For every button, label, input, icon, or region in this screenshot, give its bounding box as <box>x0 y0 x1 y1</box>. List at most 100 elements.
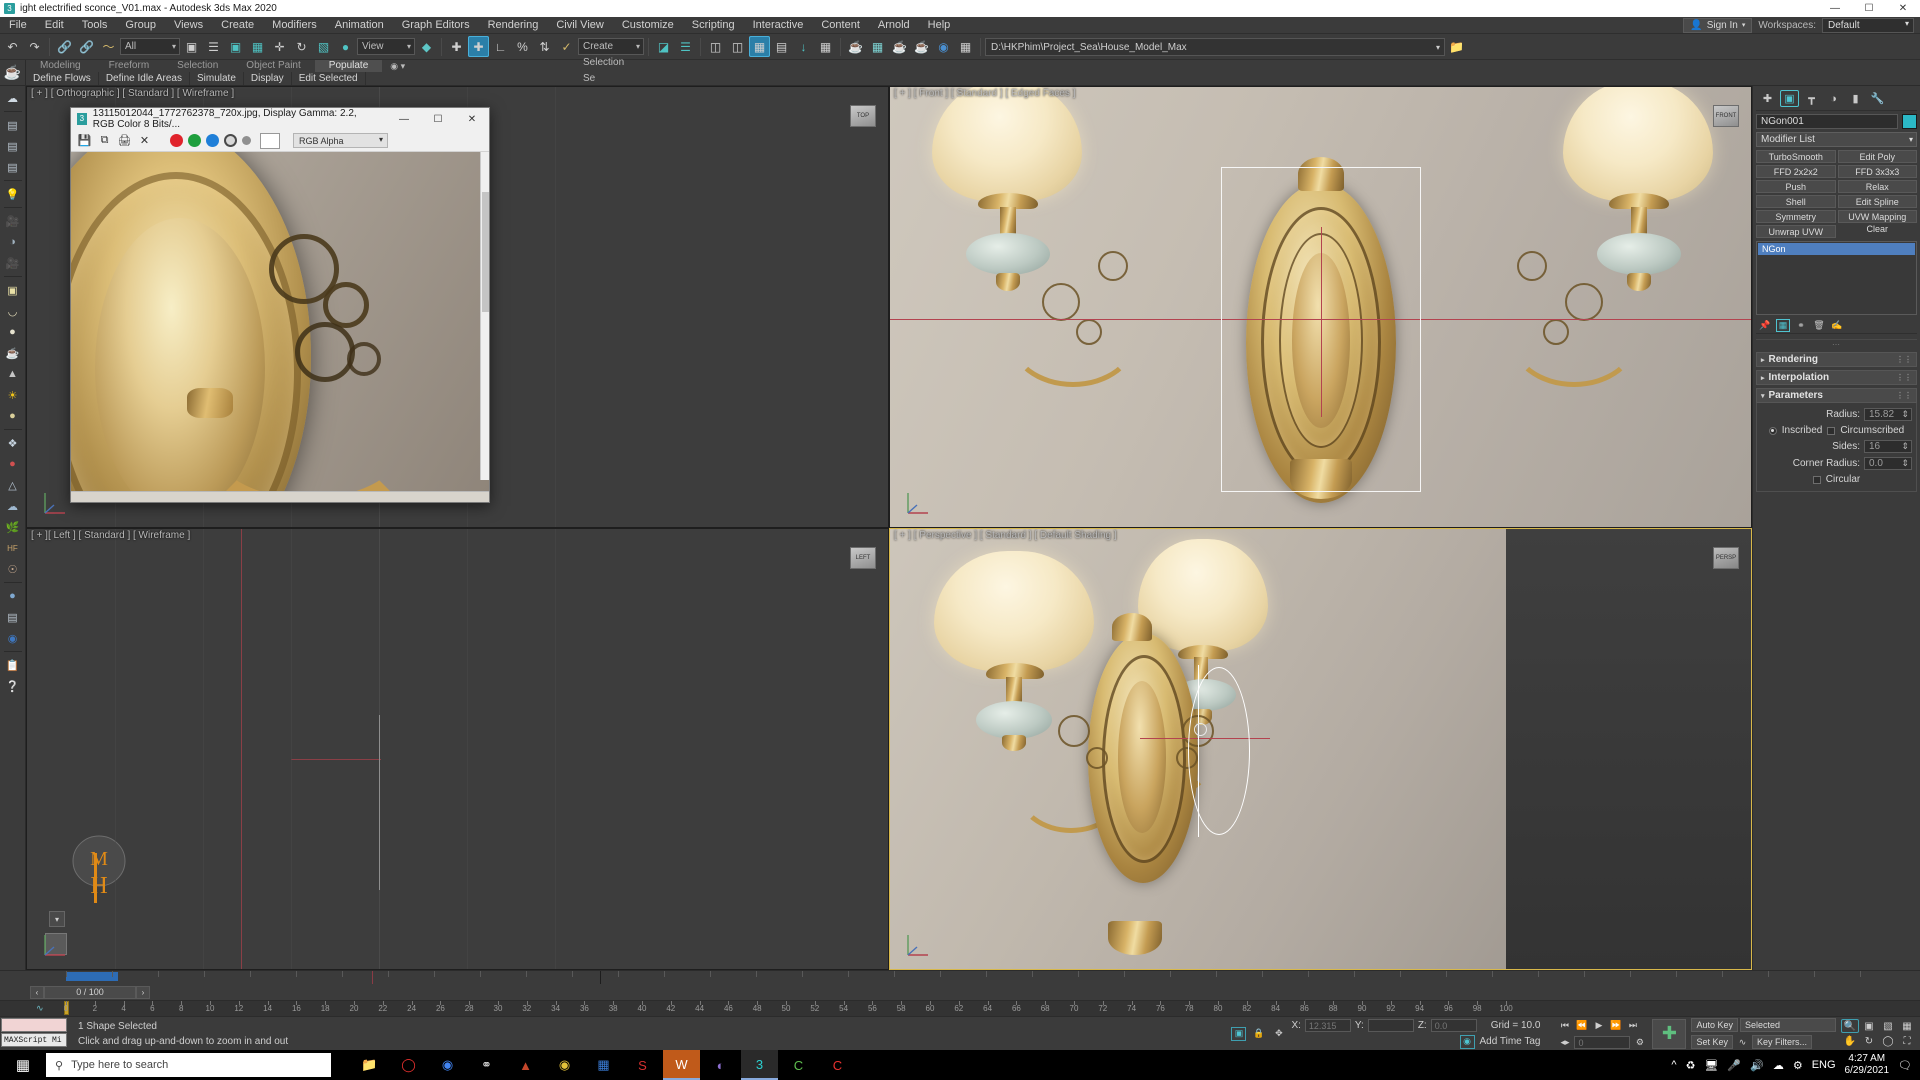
display-tab-icon[interactable]: ▮ <box>1846 90 1865 107</box>
key-filter-curve-icon[interactable]: ∿ <box>1735 1035 1750 1049</box>
menu-civil-view[interactable]: Civil View <box>547 17 612 34</box>
bind-spacewarp-icon[interactable]: 〜 <box>98 36 119 57</box>
viewcube-left[interactable]: LEFT <box>850 547 876 569</box>
taskbar-search-box[interactable]: ⚲ Type here to search <box>46 1053 331 1077</box>
maximize-button[interactable]: ☐ <box>1852 0 1886 17</box>
dome-material-icon[interactable]: ◡ <box>3 301 23 321</box>
helper-icon[interactable]: ◑ <box>3 232 23 252</box>
channel-mode-select[interactable]: RGB Alpha <box>293 133 388 148</box>
zoom-all-icon[interactable]: ▣ <box>1860 1019 1878 1033</box>
taskbar-3dsmax-app[interactable]: 3 <box>741 1050 778 1080</box>
viewcube-perspective[interactable]: PERSP <box>1713 547 1739 569</box>
sphere-gold-icon[interactable]: ● <box>3 406 23 426</box>
ribbon-define-idle-areas[interactable]: Define Idle Areas <box>99 72 190 85</box>
ribbon-tab-selection[interactable]: Selection <box>163 60 232 72</box>
menu-file[interactable]: File <box>0 17 36 34</box>
taskbar-photos-app[interactable]: ▦ <box>585 1050 622 1080</box>
modifier-push-button[interactable]: Push <box>1756 180 1836 193</box>
modify-tab-icon[interactable]: ▣ <box>1780 90 1799 107</box>
show-end-result-icon[interactable]: ▦ <box>1776 319 1790 332</box>
sign-in-button[interactable]: 👤 Sign In ▾ <box>1683 17 1753 33</box>
taskbar-film-app[interactable]: ◉ <box>546 1050 583 1080</box>
rectangular-select-icon[interactable]: ▣ <box>225 36 246 57</box>
viewport-left-label[interactable]: [ + ][ Left ] [ Standard ] [ Wireframe ] <box>31 530 190 541</box>
keyframe-field[interactable]: 0 <box>1574 1035 1631 1049</box>
scene-explorer-icon[interactable]: ▦ <box>749 36 770 57</box>
bluetooth-icon[interactable]: ⚙ <box>1793 1059 1803 1072</box>
taskbar-utorrent-app[interactable]: ◐ <box>702 1050 739 1080</box>
language-indicator[interactable]: ENG <box>1812 1059 1836 1071</box>
list-panel-2-icon[interactable]: ▤ <box>3 157 23 177</box>
list-panel-icon[interactable]: ▤ <box>3 136 23 156</box>
reference-coord-select[interactable]: View <box>357 38 415 55</box>
network-icon[interactable]: 🖥 <box>1704 1059 1718 1072</box>
blue-channel-dot[interactable] <box>206 134 219 147</box>
viewport-perspective[interactable]: [ + ] [ Perspective ] [ Standard ] [ Def… <box>889 528 1752 970</box>
light-icon[interactable]: 💡 <box>3 184 23 204</box>
project-folder-icon[interactable]: 📁 <box>1446 36 1467 57</box>
percent-snap-icon[interactable]: % <box>512 36 533 57</box>
green-channel-dot[interactable] <box>188 134 201 147</box>
taskbar-chrome-browser[interactable]: ◉ <box>429 1050 466 1080</box>
ribbon-tab-modeling[interactable]: Modeling <box>26 60 95 72</box>
play-animation-icon[interactable]: ▶ <box>1591 1018 1606 1032</box>
taskbar-opera-browser[interactable]: ◯ <box>390 1050 427 1080</box>
particles-icon[interactable]: ❖ <box>3 433 23 453</box>
curve-editor-icon[interactable]: ▤ <box>771 36 792 57</box>
taskbar-media-app[interactable]: ▲ <box>507 1050 544 1080</box>
taskbar-file-explorer[interactable]: 📁 <box>351 1050 388 1080</box>
next-frame-arrow[interactable]: › <box>136 985 150 999</box>
select-link-icon[interactable]: 🔗 <box>54 36 75 57</box>
ribbon-teapot-icon[interactable]: ☕ <box>0 60 26 85</box>
ribbon-tab-object-paint[interactable]: Object Paint <box>232 60 314 72</box>
key-mode-select[interactable]: Selected <box>1740 1018 1836 1032</box>
go-to-end-icon[interactable]: ⏭ <box>1625 1018 1640 1032</box>
viewport-nav-down-icon[interactable]: ▾ <box>49 911 65 927</box>
modifier-stack-item-ngon[interactable]: NGon <box>1758 243 1915 255</box>
undo-icon[interactable]: ↶ <box>2 36 23 57</box>
edit-named-selection-icon[interactable]: ✓ <box>556 36 577 57</box>
previous-frame-icon[interactable]: ⏪ <box>1574 1018 1589 1032</box>
menu-scripting[interactable]: Scripting <box>683 17 744 34</box>
zoom-region-icon[interactable]: ▦ <box>1898 1019 1916 1033</box>
unlink-icon[interactable]: 🔗 <box>76 36 97 57</box>
mini-curve-editor-icon[interactable]: ∿ <box>36 1003 44 1014</box>
track-bar-range[interactable] <box>66 972 118 981</box>
track-bar[interactable] <box>0 970 1920 984</box>
steering-wheel-gizmo[interactable]: M H <box>67 835 131 909</box>
ribbon-tab-freeform[interactable]: Freeform <box>95 60 164 72</box>
modifier-uvw-mapping-clear-button[interactable]: UVW Mapping Clear <box>1837 210 1917 234</box>
schematic-view-icon[interactable]: ↓ <box>793 36 814 57</box>
maximize-viewport-icon[interactable]: ⛶ <box>1898 1034 1916 1048</box>
menu-animation[interactable]: Animation <box>326 17 393 34</box>
modifier-shell-button[interactable]: Shell <box>1756 195 1836 208</box>
red-channel-dot[interactable] <box>170 134 183 147</box>
image-viewer-minimize-button[interactable]: — <box>387 108 421 130</box>
project-path-field[interactable]: D:\HKPhim\Project_Sea\House_Model_Max <box>985 37 1445 56</box>
camera-icon[interactable]: 🎥 <box>3 211 23 231</box>
select-rotate-icon[interactable]: ↻ <box>291 36 312 57</box>
ribbon-simulate[interactable]: Simulate <box>190 72 244 85</box>
notification-icon[interactable]: 🗨 <box>1898 1059 1912 1072</box>
pan-icon[interactable]: ✋ <box>1841 1034 1859 1048</box>
placement-icon[interactable]: ● <box>335 36 356 57</box>
snap-toggle-icon[interactable]: ✚ <box>468 36 489 57</box>
viewport-orthographic-label[interactable]: [ + ] [ Orthographic ] [ Standard ] [ Wi… <box>31 88 234 99</box>
add-time-tag-label[interactable]: Add Time Tag <box>1480 1036 1541 1047</box>
teapot-material-icon[interactable]: ☕ <box>3 343 23 363</box>
taskbar-skype-app[interactable]: S <box>624 1050 661 1080</box>
set-key-button[interactable]: Set Key <box>1691 1035 1733 1049</box>
menu-customize[interactable]: Customize <box>613 17 683 34</box>
layer-explorer-icon[interactable]: ◫ <box>727 36 748 57</box>
render-iterative-icon[interactable]: ☕ <box>911 36 932 57</box>
motion-tab-icon[interactable]: ◑ <box>1824 90 1843 107</box>
next-frame-icon[interactable]: ⏩ <box>1608 1018 1623 1032</box>
lock-icon[interactable]: 🔒 <box>1251 1027 1266 1041</box>
add-time-tag-icon[interactable]: ◉ <box>1460 1035 1475 1049</box>
modifier-stack[interactable]: NGon <box>1756 241 1917 315</box>
panel-resize-grip[interactable]: ⋯ <box>1756 339 1917 349</box>
zoom-icon[interactable]: 🔍 <box>1841 1019 1859 1033</box>
render-frame-icon[interactable]: ▦ <box>867 36 888 57</box>
y-field[interactable] <box>1367 1018 1414 1032</box>
viewcube-top[interactable]: TOP <box>850 105 876 127</box>
